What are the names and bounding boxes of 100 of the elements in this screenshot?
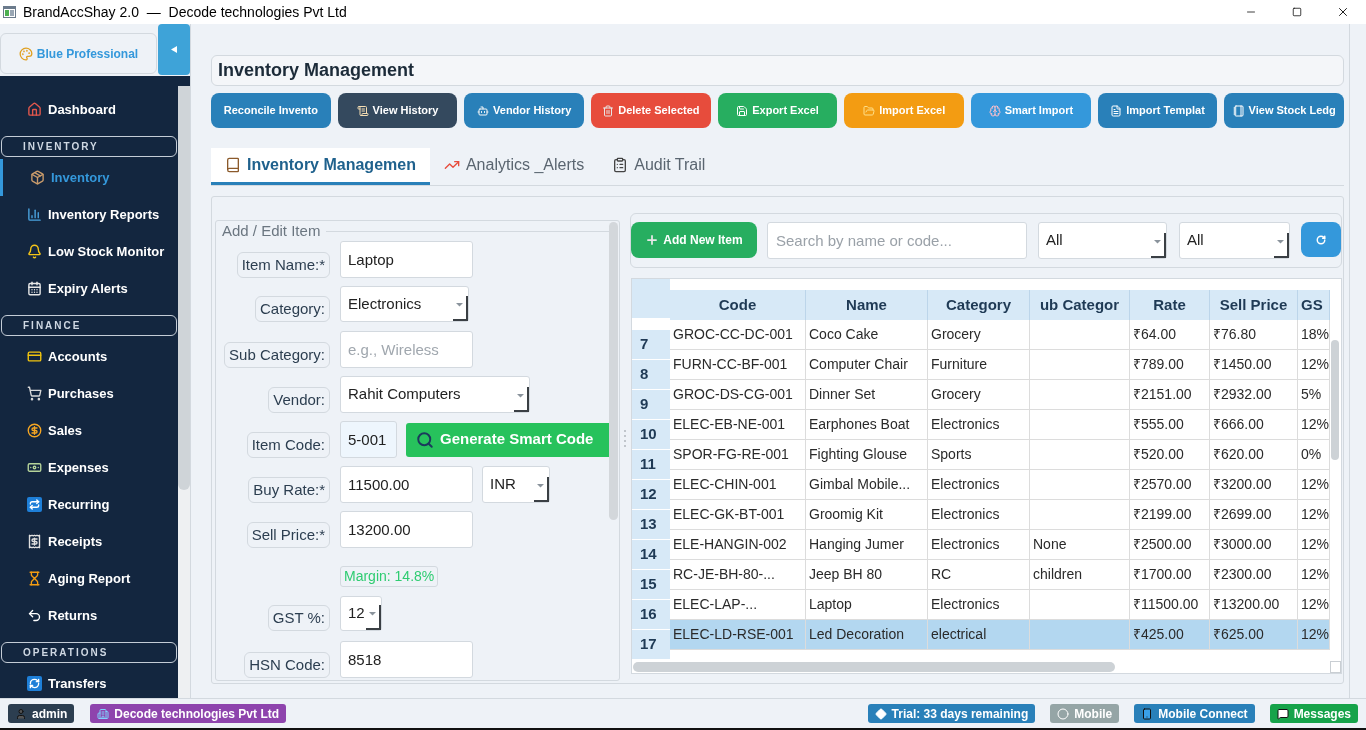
nav-item[interactable]: Accounts xyxy=(0,338,178,375)
section-header: OPERATIONS xyxy=(1,642,177,663)
table-cell: Electronics xyxy=(928,500,1030,529)
table-cell: RC-JE-BH-80-... xyxy=(670,560,806,589)
table-cell: ₹789.00 xyxy=(1130,350,1210,379)
table-cell: 12% xyxy=(1298,410,1330,439)
search-icon xyxy=(416,430,434,449)
scrollbar-thumb[interactable] xyxy=(178,86,190,490)
nav-item[interactable]: Aging Report xyxy=(0,560,178,597)
status-chip[interactable]: Decode technologies Pvt Ltd xyxy=(90,704,287,723)
input-field[interactable]: Laptop xyxy=(340,241,473,278)
toolbar-button[interactable]: View History xyxy=(337,93,458,128)
tab[interactable]: Analytics _Alerts xyxy=(429,148,599,185)
collapse-sidebar-button[interactable] xyxy=(158,24,190,75)
nav-item[interactable]: Dashboard xyxy=(0,91,178,128)
input-field[interactable]: 8518 xyxy=(340,641,473,678)
tab[interactable]: Inventory Managemen xyxy=(211,148,430,185)
table-row[interactable]: RC-JE-BH-80-... Jeep BH 80 RC children ₹1700.00 ₹2300.00 12% xyxy=(670,560,1330,590)
row-number[interactable]: 7 xyxy=(632,330,670,360)
table-cell: Earphones Boat xyxy=(806,410,928,439)
input-field[interactable]: 5-001 xyxy=(340,421,397,458)
row-number[interactable]: 11 xyxy=(632,450,670,480)
refresh-icon xyxy=(27,676,42,691)
input-field[interactable]: 13200.00 xyxy=(340,511,473,548)
house-icon xyxy=(27,102,42,117)
tab[interactable]: Audit Trail xyxy=(598,148,720,185)
table-row[interactable]: ELEC-LD-RSE-001 Led Decoration electrical ₹425.00 ₹625.00 12% xyxy=(670,620,1330,650)
nav-item[interactable]: Expenses xyxy=(0,449,178,486)
table-cell: ₹2199.00 xyxy=(1130,500,1210,529)
toolbar-button[interactable]: Reconcile Invento xyxy=(211,93,331,128)
scrollbar-thumb[interactable] xyxy=(1331,340,1339,460)
table-row[interactable]: GROC-DS-CG-001 Dinner Set Grocery ₹2151.00 ₹2932.00 5% xyxy=(670,380,1330,410)
nav-item[interactable]: Returns xyxy=(0,597,178,634)
table-cell: 12% xyxy=(1298,620,1330,649)
nav-item[interactable]: Low Stock Monitor xyxy=(0,233,178,270)
field-label: Category: xyxy=(254,296,330,322)
row-number[interactable]: 10 xyxy=(632,420,670,450)
table-row[interactable]: ELEC-GK-BT-001 Groomig Kit Electronics ₹2199.00 ₹2699.00 12% xyxy=(670,500,1330,530)
field-label: Vendor: xyxy=(268,387,330,413)
toolbar-button[interactable]: View Stock Ledg xyxy=(1224,93,1345,128)
table-row[interactable]: ELEC-CHIN-001 Gimbal Mobile... Electronics ₹2570.00 ₹3200.00 12% xyxy=(670,470,1330,500)
table-row[interactable]: ELEC-LAP-... Laptop Electronics ₹11500.00 ₹13200.00 12% xyxy=(670,590,1330,620)
section-header: FINANCE xyxy=(1,315,177,336)
row-number[interactable]: 9 xyxy=(632,390,670,420)
toolbar-button[interactable]: Import Templat xyxy=(1097,93,1218,128)
dropdown[interactable]: All xyxy=(1179,222,1290,259)
table-cell: 12% xyxy=(1298,560,1330,589)
table-cell: Laptop xyxy=(806,590,928,619)
hourglass-icon xyxy=(27,571,42,586)
trash-icon xyxy=(602,104,615,117)
table-cell: Electronics xyxy=(928,470,1030,499)
user-icon xyxy=(15,707,27,720)
nav-item[interactable]: Recurring xyxy=(0,486,178,523)
nav-item[interactable]: Inventory Reports xyxy=(0,196,178,233)
table-cell: ₹2151.00 xyxy=(1130,380,1210,409)
row-number[interactable]: 13 xyxy=(632,510,670,540)
table-cell: Electronics xyxy=(928,530,1030,559)
field-label: GST %: xyxy=(267,605,330,631)
table-row[interactable]: SPOR-FG-RE-001 Fighting Glouse Sports ₹520.00 ₹620.00 0% xyxy=(670,440,1330,470)
package-icon xyxy=(30,170,45,185)
nav-item[interactable]: Purchases xyxy=(0,375,178,412)
nav-item[interactable]: Sales xyxy=(0,412,178,449)
table-cell: FURN-CC-BF-001 xyxy=(670,350,806,379)
input-field[interactable]: 11500.00 xyxy=(340,466,473,503)
table-row[interactable]: ELEC-EB-NE-001 Earphones Boat Electronics ₹555.00 ₹666.00 12% xyxy=(670,410,1330,440)
toolbar-button[interactable]: Delete Selected xyxy=(591,93,711,128)
scrollbar-thumb[interactable] xyxy=(633,662,1115,672)
table-cell: SPOR-FG-RE-001 xyxy=(670,440,806,469)
dropdown[interactable]: INR xyxy=(482,466,550,503)
dropdown[interactable]: Electronics xyxy=(340,286,469,322)
table-row[interactable]: GROC-CC-DC-001 Coco Cake Grocery ₹64.00 ₹76.80 18% xyxy=(670,320,1330,350)
table-cell: ₹625.00 xyxy=(1210,620,1298,649)
row-number[interactable]: 14 xyxy=(632,540,670,570)
row-number[interactable]: 17 xyxy=(632,630,670,660)
toolbar-button[interactable]: Vendor History xyxy=(464,93,584,128)
dropdown[interactable]: All xyxy=(1038,222,1167,259)
status-chip[interactable]: Mobile Connect xyxy=(1134,704,1255,723)
palette-icon xyxy=(18,46,33,61)
dropdown[interactable]: 12 xyxy=(340,596,382,631)
status-chip[interactable]: Trial: 33 days remaining xyxy=(867,704,1036,723)
table-cell: ₹520.00 xyxy=(1130,440,1210,469)
refresh-button[interactable] xyxy=(1301,222,1341,257)
dropdown-arrow-icon xyxy=(514,387,529,412)
row-number[interactable]: 8 xyxy=(632,360,670,390)
scrollbar-thumb[interactable] xyxy=(609,222,618,520)
dropdown[interactable]: Rahit Computers xyxy=(340,376,530,413)
row-number[interactable]: 15 xyxy=(632,570,670,600)
table-cell: Grocery xyxy=(928,320,1030,349)
input-field[interactable]: e.g., Wireless xyxy=(340,331,473,368)
bell-icon xyxy=(27,244,42,259)
window-title: BrandAccShay 2.0 — Decode technologies Pvt Ltd xyxy=(23,2,347,22)
row-number[interactable]: 12 xyxy=(632,480,670,510)
status-chip[interactable]: admin xyxy=(8,704,75,723)
table-row[interactable]: ELE-HANGIN-002 Hanging Jumer Electronics None ₹2500.00 ₹3000.00 12% xyxy=(670,530,1330,560)
nav-item[interactable]: Receipts xyxy=(0,523,178,560)
nav-item[interactable]: Expiry Alerts xyxy=(0,270,178,307)
search-field[interactable]: Search by name or code... xyxy=(767,222,1027,259)
nav-item[interactable]: Transfers xyxy=(0,665,178,698)
table-row[interactable]: FURN-CC-BF-001 Computer Chair Furniture ₹789.00 ₹1450.00 12% xyxy=(670,350,1330,380)
row-number[interactable]: 16 xyxy=(632,600,670,630)
